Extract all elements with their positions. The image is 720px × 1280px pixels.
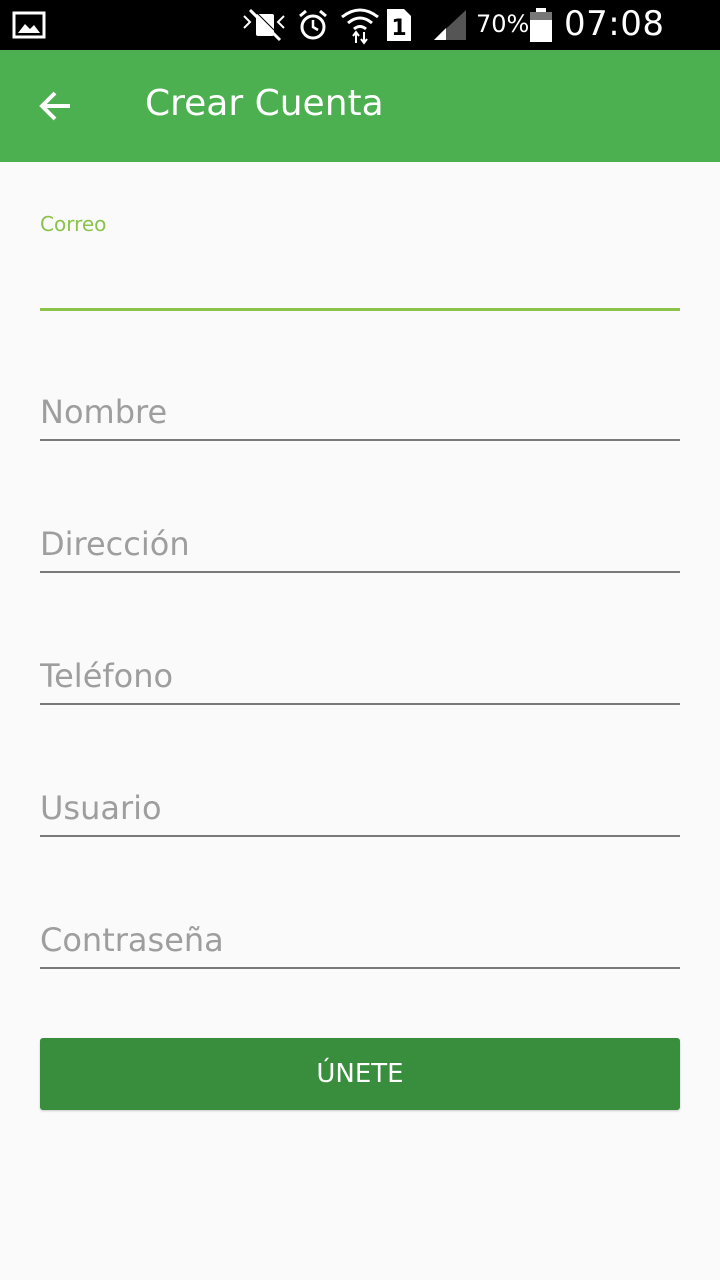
address-input[interactable] (40, 520, 680, 568)
name-input[interactable] (40, 388, 680, 436)
password-input[interactable] (40, 916, 680, 964)
email-underline (40, 308, 680, 311)
arrow-back-icon (39, 91, 70, 121)
phone-underline (40, 703, 680, 705)
status-bar: 1 70% 07:08 PM (0, 0, 720, 84)
username-field (40, 780, 680, 840)
join-button[interactable]: ÚNETE (40, 1038, 680, 1110)
sim-icon: 1 (386, 0, 412, 50)
password-field (40, 912, 680, 972)
wifi-icon (340, 0, 380, 50)
email-field: Correo (40, 212, 680, 314)
back-button[interactable] (24, 74, 88, 138)
image-icon (12, 0, 46, 50)
password-underline (40, 967, 680, 969)
phone-input[interactable] (40, 652, 680, 700)
battery-percent: 70% (476, 10, 530, 38)
mute-icon (240, 0, 290, 50)
address-field (40, 516, 680, 576)
phone-field (40, 648, 680, 708)
address-underline (40, 571, 680, 573)
email-label: Correo (40, 212, 107, 236)
username-input[interactable] (40, 784, 680, 832)
name-field (40, 384, 680, 444)
battery-icon (528, 0, 554, 50)
alarm-icon (296, 0, 330, 50)
page-title: Crear Cuenta (145, 83, 384, 124)
signal-icon (432, 0, 468, 50)
email-input[interactable] (40, 260, 680, 308)
sim-slot-number: 1 (391, 16, 406, 41)
name-underline (40, 439, 680, 441)
username-underline (40, 835, 680, 837)
app-bar: Crear Cuenta (0, 50, 720, 162)
